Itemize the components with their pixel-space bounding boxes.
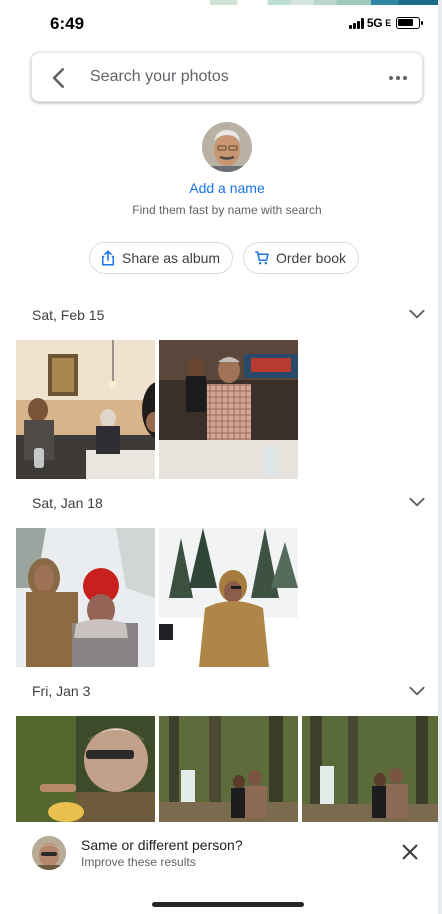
status-indicators: 5G E [348,16,423,30]
order-book-label: Order book [276,250,347,266]
order-book-button[interactable]: Order book [243,242,360,274]
screen-edge [438,0,442,914]
photo-thumbnail[interactable] [159,340,298,479]
back-arrow-icon[interactable] [46,65,72,91]
photo-thumbnail[interactable] [159,528,298,667]
suggestion-banner[interactable]: Same or different person? Improve these … [0,822,442,884]
person-avatar[interactable] [202,122,252,172]
add-name-link[interactable]: Add a name [0,180,442,196]
chevron-down-icon[interactable] [407,681,427,701]
cart-icon [255,251,269,265]
date-header: Sat, Feb 15 [32,307,105,323]
photo-thumbnail[interactable] [16,340,155,479]
share-as-album-label: Share as album [122,250,221,266]
photo-thumbnail[interactable] [302,716,441,822]
search-input[interactable]: Search your photos [90,68,229,86]
suggestion-title: Same or different person? [81,837,243,853]
status-time: 6:49 [50,14,85,33]
close-icon[interactable] [399,841,421,863]
photo-thumbnail[interactable] [159,716,298,822]
photo-thumbnail[interactable] [16,528,155,667]
date-header: Sat, Jan 18 [32,495,103,511]
search-bar[interactable]: Search your photos [31,52,423,102]
network-e-icon: E [385,18,391,28]
find-hint: Find them fast by name with search [132,203,322,217]
photo-thumbnail[interactable] [16,716,155,822]
suggestion-avatar [32,836,66,870]
network-type: 5G [366,16,383,30]
chevron-down-icon[interactable] [407,492,427,512]
signal-icon [348,17,364,29]
battery-icon [396,17,423,29]
share-as-album-button[interactable]: Share as album [89,242,234,274]
share-icon [102,250,114,266]
date-header: Fri, Jan 3 [32,683,91,699]
status-bar: 6:49 5G E [0,0,442,44]
home-indicator[interactable] [152,902,304,907]
more-vert-icon[interactable] [386,66,410,90]
chevron-down-icon[interactable] [407,304,427,324]
suggestion-subtitle: Improve these results [81,855,196,869]
